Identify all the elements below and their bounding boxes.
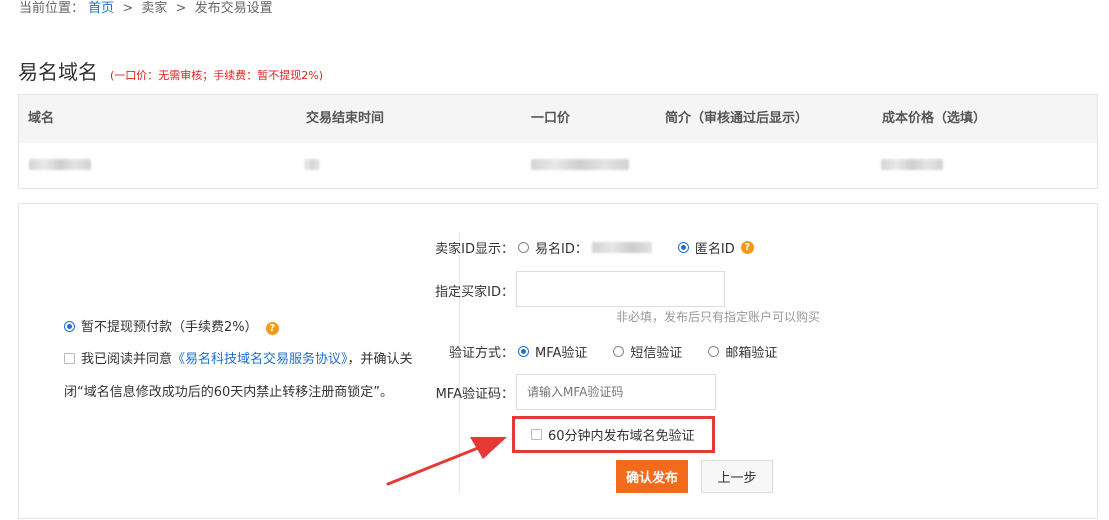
verify-option-sms[interactable]: 短信验证	[613, 342, 682, 361]
help-icon[interactable]: ?	[265, 322, 279, 335]
back-button[interactable]: 上一步	[701, 460, 773, 493]
breadcrumb-seller[interactable]: 卖家	[141, 1, 167, 16]
column-header-end-time: 交易结束时间	[306, 111, 385, 126]
withdraw-label: 暂不提现预付款（手续费2%）	[81, 320, 258, 335]
verify-method-label: 验证方式：	[448, 346, 514, 361]
radio-email[interactable]	[708, 346, 720, 357]
sms-option-label: 短信验证	[630, 346, 683, 361]
help-icon[interactable]: ?	[740, 241, 754, 254]
mfa-code-label: MFA验证码：	[435, 386, 514, 402]
radio-yiming-id[interactable]	[518, 242, 529, 253]
redacted-domain	[29, 159, 91, 170]
breadcrumb: 当前位置： 首页 > 卖家 > 发布交易设置	[19, 0, 273, 17]
seller-id-row: 卖家ID显示： 易名ID： 匿名ID?	[419, 238, 780, 257]
redacted-end-time	[305, 159, 319, 170]
buyer-id-label: 指定买家ID：	[435, 285, 514, 300]
verify-option-mfa[interactable]: MFA验证	[518, 342, 587, 361]
mfa-code-row: MFA验证码：	[419, 374, 716, 410]
table-header: 域名 交易结束时间 一口价 简介（审核通过后显示） 成本价格（选填）	[19, 95, 1097, 143]
skip-verify-highlight: 60分钟内发布域名免验证	[512, 416, 715, 453]
radio-sms[interactable]	[613, 346, 625, 357]
anonymous-id-label: 匿名ID	[694, 242, 735, 257]
breadcrumb-home-link[interactable]: 首页	[88, 1, 114, 16]
buyer-id-hint: 非必填，发布后只有指定账户可以购买	[616, 310, 821, 324]
breadcrumb-sep: >	[175, 1, 187, 16]
table-row	[19, 143, 1097, 188]
seller-id-option-anonymous[interactable]: 匿名ID?	[677, 238, 754, 257]
withdraw-option[interactable]: 暂不提现预付款（手续费2%）?	[64, 316, 444, 335]
seller-id-option-yiming[interactable]: 易名ID：	[518, 238, 652, 257]
page-header: 易名域名 (一口价：无需审核；手续费：暂不提现2%)	[18, 56, 323, 85]
column-header-cost: 成本价格（选填）	[882, 111, 987, 126]
column-header-domain: 域名	[28, 111, 55, 126]
page-title: 易名域名	[18, 60, 98, 84]
agreement-link[interactable]: 《易名科技域名交易服务协议》	[172, 352, 348, 367]
radio-mfa[interactable]	[518, 346, 529, 357]
seller-id-label: 卖家ID显示：	[435, 242, 514, 257]
verify-method-row: 验证方式： MFA验证 短信验证 邮箱验证	[419, 342, 803, 361]
withdraw-radio[interactable]	[64, 321, 75, 332]
column-header-intro: 简介（审核通过后显示）	[665, 111, 809, 126]
confirm-publish-button[interactable]: 确认发布	[616, 460, 688, 493]
domain-table: 域名 交易结束时间 一口价 简介（审核通过后显示） 成本价格（选填）	[18, 94, 1098, 189]
breadcrumb-sep: >	[122, 1, 134, 16]
breadcrumb-current: 发布交易设置	[194, 1, 273, 16]
agreement: 我已阅读并同意《易名科技域名交易服务协议》，并确认关闭“域名信息修改成功后的60…	[64, 343, 444, 409]
left-options: 暂不提现预付款（手续费2%）? 我已阅读并同意《易名科技域名交易服务协议》，并确…	[64, 316, 444, 409]
skip-verify-label: 60分钟内发布域名免验证	[548, 429, 695, 444]
yiming-id-label: 易名ID：	[535, 242, 588, 257]
radio-anonymous-id[interactable]	[677, 242, 689, 253]
breadcrumb-prefix: 当前位置：	[19, 1, 85, 16]
buyer-id-input[interactable]	[516, 271, 725, 307]
fee-note: (一口价：无需审核；手续费：暂不提现2%)	[110, 69, 324, 82]
redacted-cost	[881, 159, 943, 170]
buyer-id-row: 指定买家ID：	[419, 271, 725, 307]
redacted-price	[531, 159, 629, 170]
verify-option-email[interactable]: 邮箱验证	[708, 342, 777, 361]
email-option-label: 邮箱验证	[725, 346, 778, 361]
redacted-seller-id	[591, 242, 652, 253]
mfa-code-input[interactable]	[516, 374, 716, 410]
skip-verify-checkbox[interactable]	[531, 429, 542, 440]
publish-settings-panel: 暂不提现预付款（手续费2%）? 我已阅读并同意《易名科技域名交易服务协议》，并确…	[18, 203, 1098, 519]
mfa-option-label: MFA验证	[535, 346, 588, 361]
column-header-price: 一口价	[531, 111, 571, 126]
agreement-prefix: 我已阅读并同意	[81, 352, 173, 367]
agreement-checkbox[interactable]	[64, 353, 75, 364]
